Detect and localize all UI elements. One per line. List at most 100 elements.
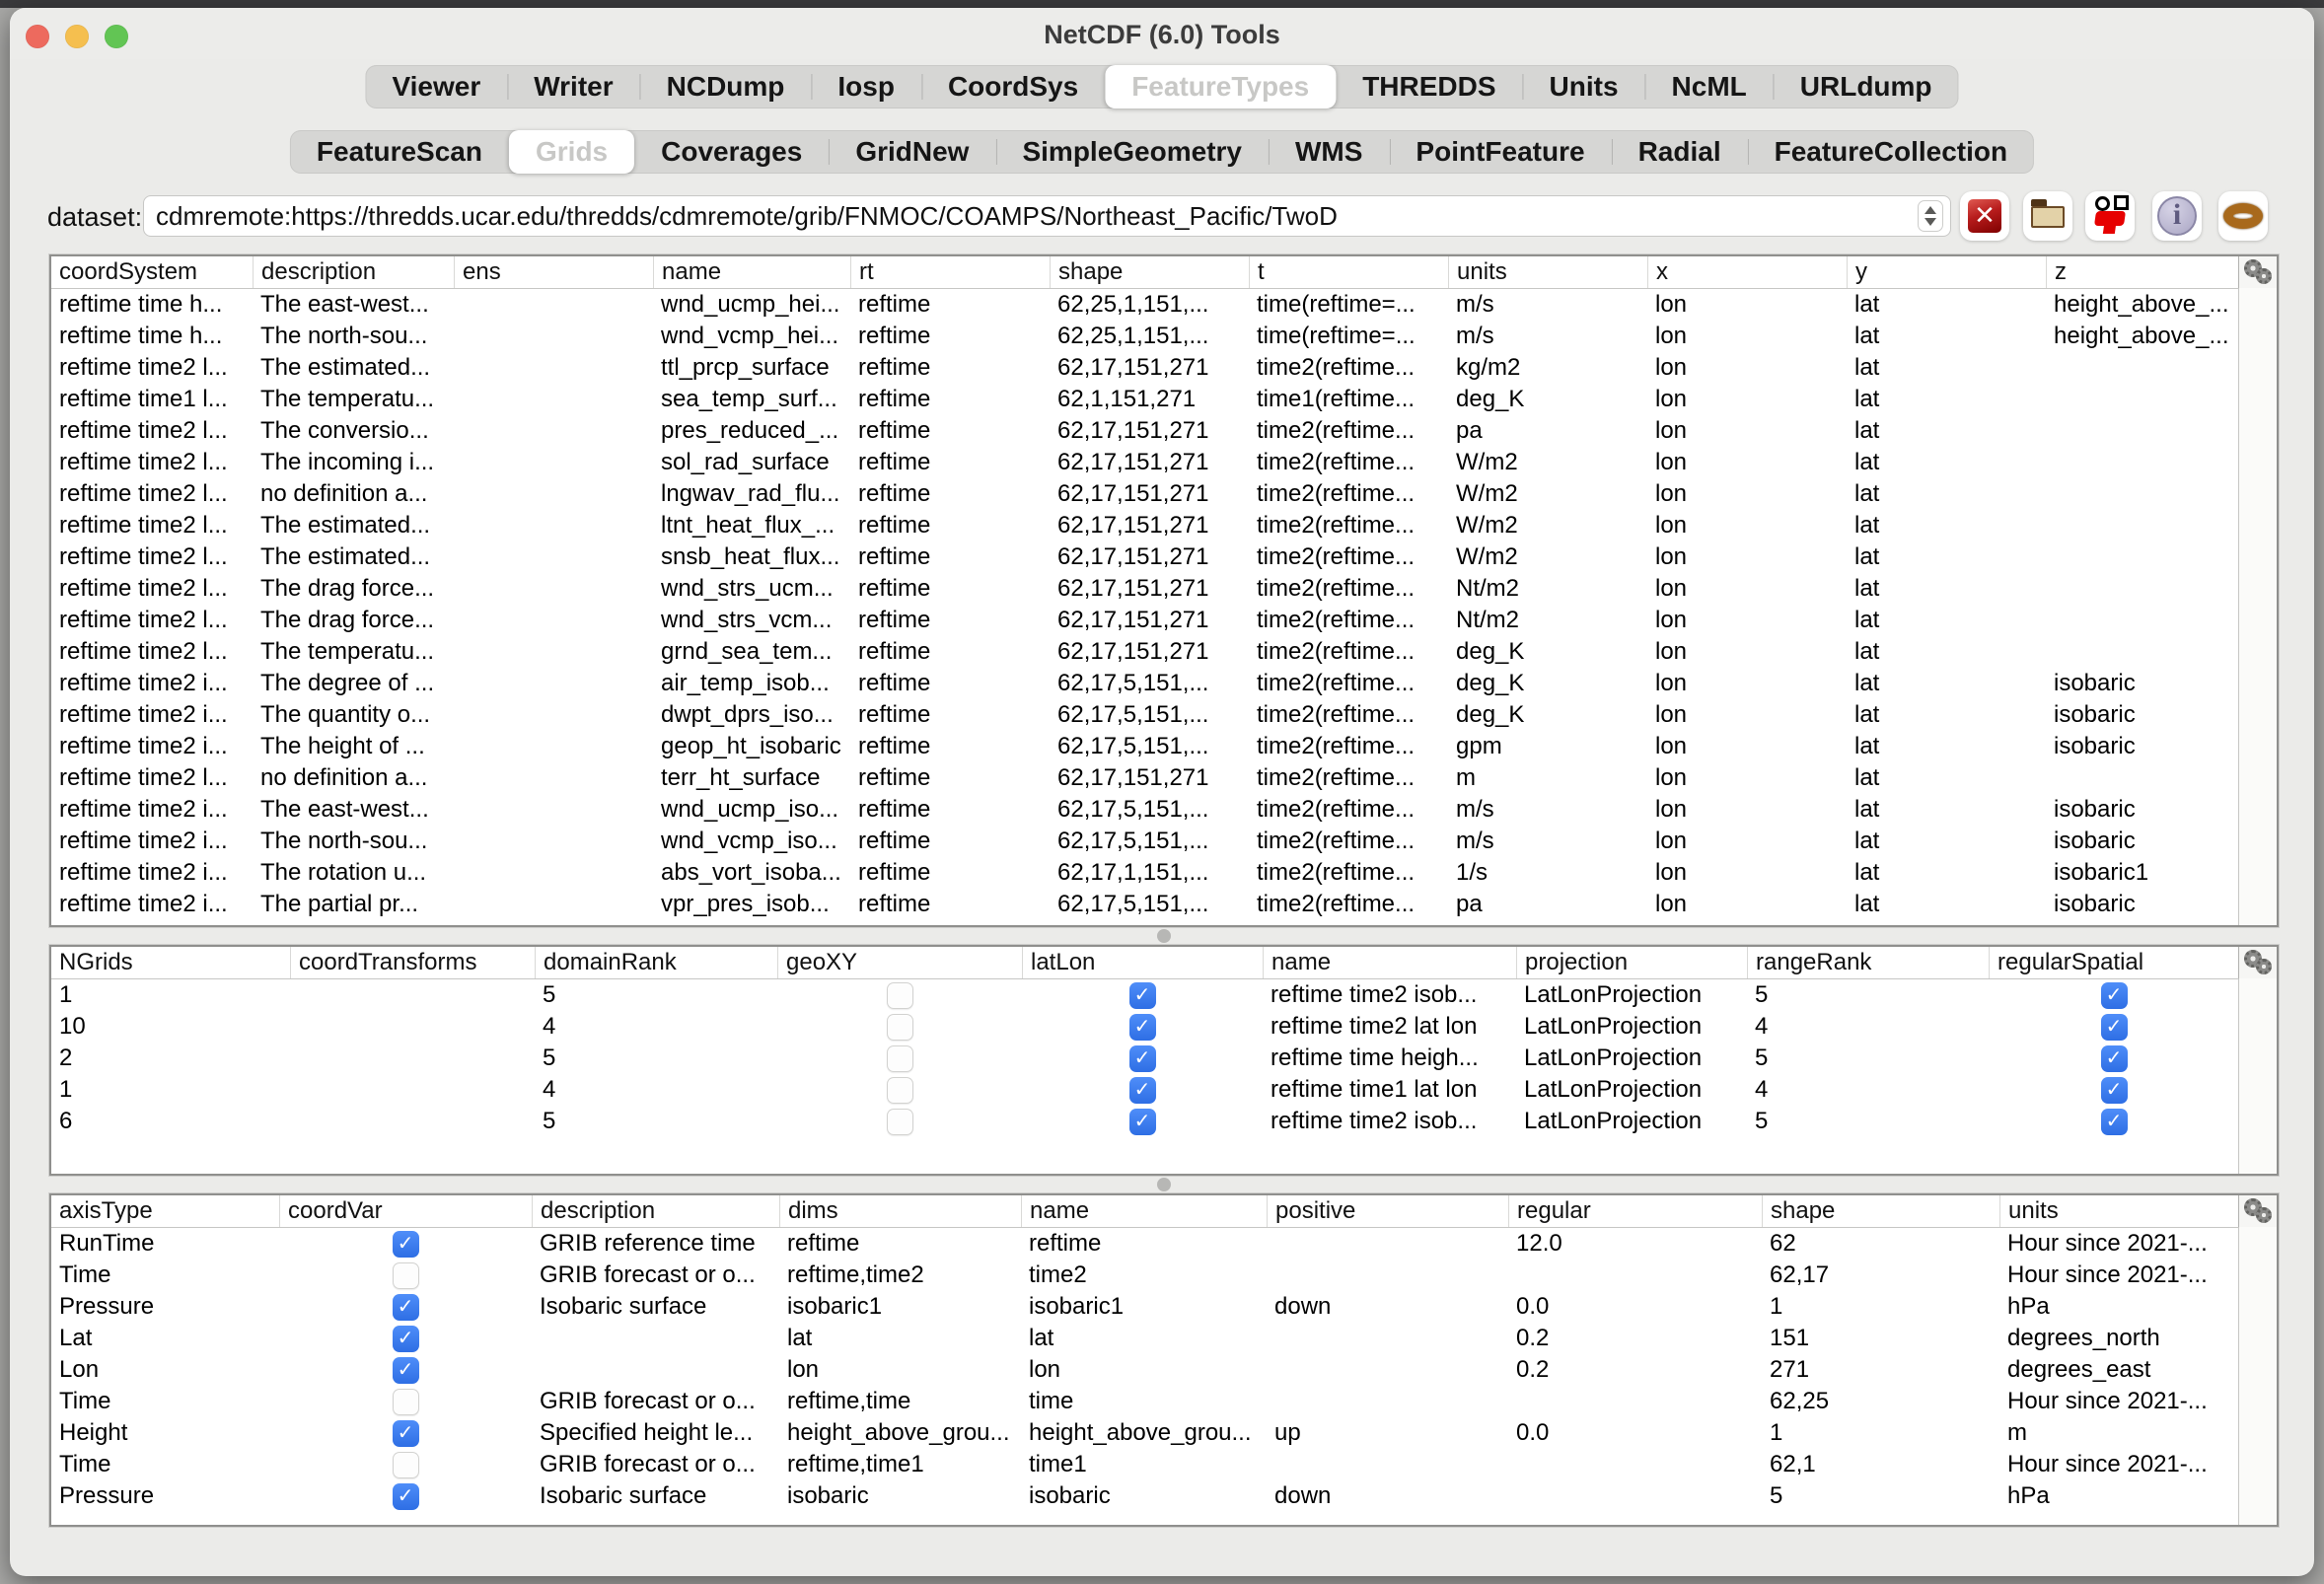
table-cell[interactable] — [2046, 636, 2239, 668]
column-header-regular[interactable]: regular — [1508, 1195, 1762, 1227]
table-cell[interactable] — [454, 321, 653, 352]
table-cell[interactable]: reftime time2 l... — [51, 510, 253, 541]
table-cell[interactable]: lat — [1847, 826, 2046, 857]
table-cell[interactable]: 62,17,5,151,... — [1050, 889, 1249, 920]
table-cell[interactable]: GRIB forecast or o... — [532, 1386, 779, 1417]
vertical-scrollbar[interactable] — [2238, 1227, 2277, 1525]
table-cell[interactable]: lat — [1847, 731, 2046, 762]
table-cell[interactable] — [2046, 541, 2239, 573]
table-cell[interactable]: degrees_east — [1999, 1354, 2239, 1386]
table-row[interactable]: reftime time2 i... The rotation u... abs_v… — [51, 857, 2277, 889]
table-row[interactable]: 10 4 ✓ reftime time2 lat lon LatLonProjectio… — [51, 1011, 2277, 1043]
table-row[interactable]: Lon ✓ lon lon 0.2 271 degrees_east — [51, 1354, 2277, 1386]
table-cell[interactable]: 0.0 — [1508, 1291, 1762, 1323]
table-row[interactable]: reftime time2 l... The temperatu... grnd_s… — [51, 636, 2277, 668]
table-cell[interactable]: Time — [51, 1260, 279, 1291]
column-header-coordVar[interactable]: coordVar — [279, 1195, 532, 1227]
table-settings-button[interactable] — [2238, 947, 2277, 979]
table-cell[interactable]: reftime time h... — [51, 289, 253, 321]
table-cell[interactable]: Nt/m2 — [1448, 605, 1647, 636]
table-cell[interactable] — [1267, 1354, 1508, 1386]
table-cell[interactable]: 1 — [1762, 1291, 1999, 1323]
table-cell[interactable]: reftime — [850, 352, 1050, 384]
table-cell[interactable]: time2(reftime... — [1249, 731, 1448, 762]
table-cell[interactable]: reftime time2 l... — [51, 541, 253, 573]
table-cell[interactable]: reftime — [850, 857, 1050, 889]
table-cell[interactable]: reftime — [850, 415, 1050, 447]
table-cell[interactable]: LatLonProjection — [1516, 1106, 1747, 1137]
table-cell[interactable]: 0.0 — [1508, 1417, 1762, 1449]
table-cell[interactable] — [290, 1011, 535, 1043]
table-cell[interactable]: lon — [1647, 352, 1847, 384]
table-row[interactable]: reftime time2 i... The partial pr... vpr_p… — [51, 889, 2277, 920]
checkbox-checked[interactable]: ✓ — [392, 1293, 419, 1321]
table-cell[interactable]: W/m2 — [1448, 478, 1647, 510]
table-row[interactable]: RunTime ✓ GRIB reference time reftime reftim… — [51, 1228, 2277, 1260]
table-cell[interactable]: reftime time2 i... — [51, 731, 253, 762]
table-cell[interactable]: height_above_grou... — [1021, 1417, 1267, 1449]
table-cell[interactable] — [454, 668, 653, 699]
checkbox-unchecked[interactable] — [886, 1076, 913, 1104]
table-cell[interactable]: reftime — [850, 889, 1050, 920]
tab-coordsys[interactable]: CoordSys — [920, 65, 1105, 108]
vertical-scrollbar[interactable] — [2238, 978, 2277, 1174]
column-header-t[interactable]: t — [1249, 256, 1448, 288]
table-cell[interactable]: lat — [1847, 668, 2046, 699]
open-file-button[interactable] — [2023, 191, 2072, 241]
table-cell[interactable] — [454, 352, 653, 384]
checkbox-unchecked[interactable] — [886, 1108, 913, 1135]
table-cell[interactable]: 62,25,1,151,... — [1050, 289, 1249, 321]
table-row[interactable]: reftime time2 i... The east-west... wnd_uc… — [51, 794, 2277, 826]
table-cell[interactable]: ltnt_heat_flux_... — [653, 510, 850, 541]
table-cell[interactable]: The estimated... — [253, 510, 454, 541]
table-cell[interactable]: The temperatu... — [253, 636, 454, 668]
table-cell[interactable]: 62,17,1,151,... — [1050, 857, 1249, 889]
tab-viewer[interactable]: Viewer — [365, 65, 507, 108]
table-cell[interactable]: lat — [1847, 573, 2046, 605]
table-cell[interactable]: reftime time2 l... — [51, 478, 253, 510]
table-cell[interactable]: 5 — [535, 1043, 777, 1074]
table-cell[interactable]: isobaric — [2046, 794, 2239, 826]
table-cell[interactable]: reftime time1 lat lon — [1263, 1074, 1516, 1106]
table-cell[interactable]: lat — [1847, 321, 2046, 352]
table-cell[interactable]: sea_temp_surf... — [653, 384, 850, 415]
table-cell[interactable]: lon — [1647, 384, 1847, 415]
table-cell[interactable]: 62 — [1762, 1228, 1999, 1260]
table-cell[interactable]: 62,17,151,271 — [1050, 478, 1249, 510]
table-cell[interactable]: The east-west... — [253, 794, 454, 826]
clear-button[interactable]: ✕ — [1960, 191, 2009, 241]
table-cell[interactable]: 62,17,151,271 — [1050, 415, 1249, 447]
table-cell[interactable] — [532, 1323, 779, 1354]
table-cell[interactable] — [454, 731, 653, 762]
column-header-projection[interactable]: projection — [1516, 947, 1747, 978]
table-cell[interactable]: isobaric1 — [779, 1291, 1021, 1323]
table-cell[interactable]: 5 — [1747, 1043, 1989, 1074]
checkbox-unchecked[interactable] — [886, 1044, 913, 1072]
table-cell[interactable]: snsb_heat_flux... — [653, 541, 850, 573]
table-cell[interactable]: LatLonProjection — [1516, 1043, 1747, 1074]
table-cell[interactable]: isobaric — [1021, 1480, 1267, 1512]
table-cell[interactable] — [1267, 1323, 1508, 1354]
table-cell[interactable]: 4 — [1747, 1074, 1989, 1106]
column-header-coordTransforms[interactable]: coordTransforms — [290, 947, 535, 978]
table-cell[interactable] — [1508, 1480, 1762, 1512]
table-cell[interactable]: lon — [1647, 636, 1847, 668]
table-cell[interactable]: lngwav_rad_flu... — [653, 478, 850, 510]
tab-writer[interactable]: Writer — [507, 65, 639, 108]
checkbox-checked[interactable]: ✓ — [2100, 1044, 2128, 1072]
table-cell[interactable]: Lat — [51, 1323, 279, 1354]
tab-urldump[interactable]: URLdump — [1773, 65, 1959, 108]
table-cell[interactable]: no definition a... — [253, 762, 454, 794]
table-cell[interactable]: wnd_ucmp_iso... — [653, 794, 850, 826]
table-cell[interactable] — [2046, 447, 2239, 478]
column-header-units[interactable]: units — [1999, 1195, 2239, 1227]
table-row[interactable]: reftime time2 l... no definition a... lngw… — [51, 478, 2277, 510]
table-cell[interactable]: lon — [1647, 826, 1847, 857]
table-cell[interactable]: lon — [1647, 731, 1847, 762]
table-cell[interactable]: reftime — [850, 510, 1050, 541]
table-cell[interactable]: reftime — [850, 762, 1050, 794]
column-header-axisType[interactable]: axisType — [51, 1195, 279, 1227]
table-cell[interactable]: lon — [1647, 289, 1847, 321]
checkbox-unchecked[interactable] — [392, 1451, 419, 1478]
table-cell[interactable]: dwpt_dprs_iso... — [653, 699, 850, 731]
